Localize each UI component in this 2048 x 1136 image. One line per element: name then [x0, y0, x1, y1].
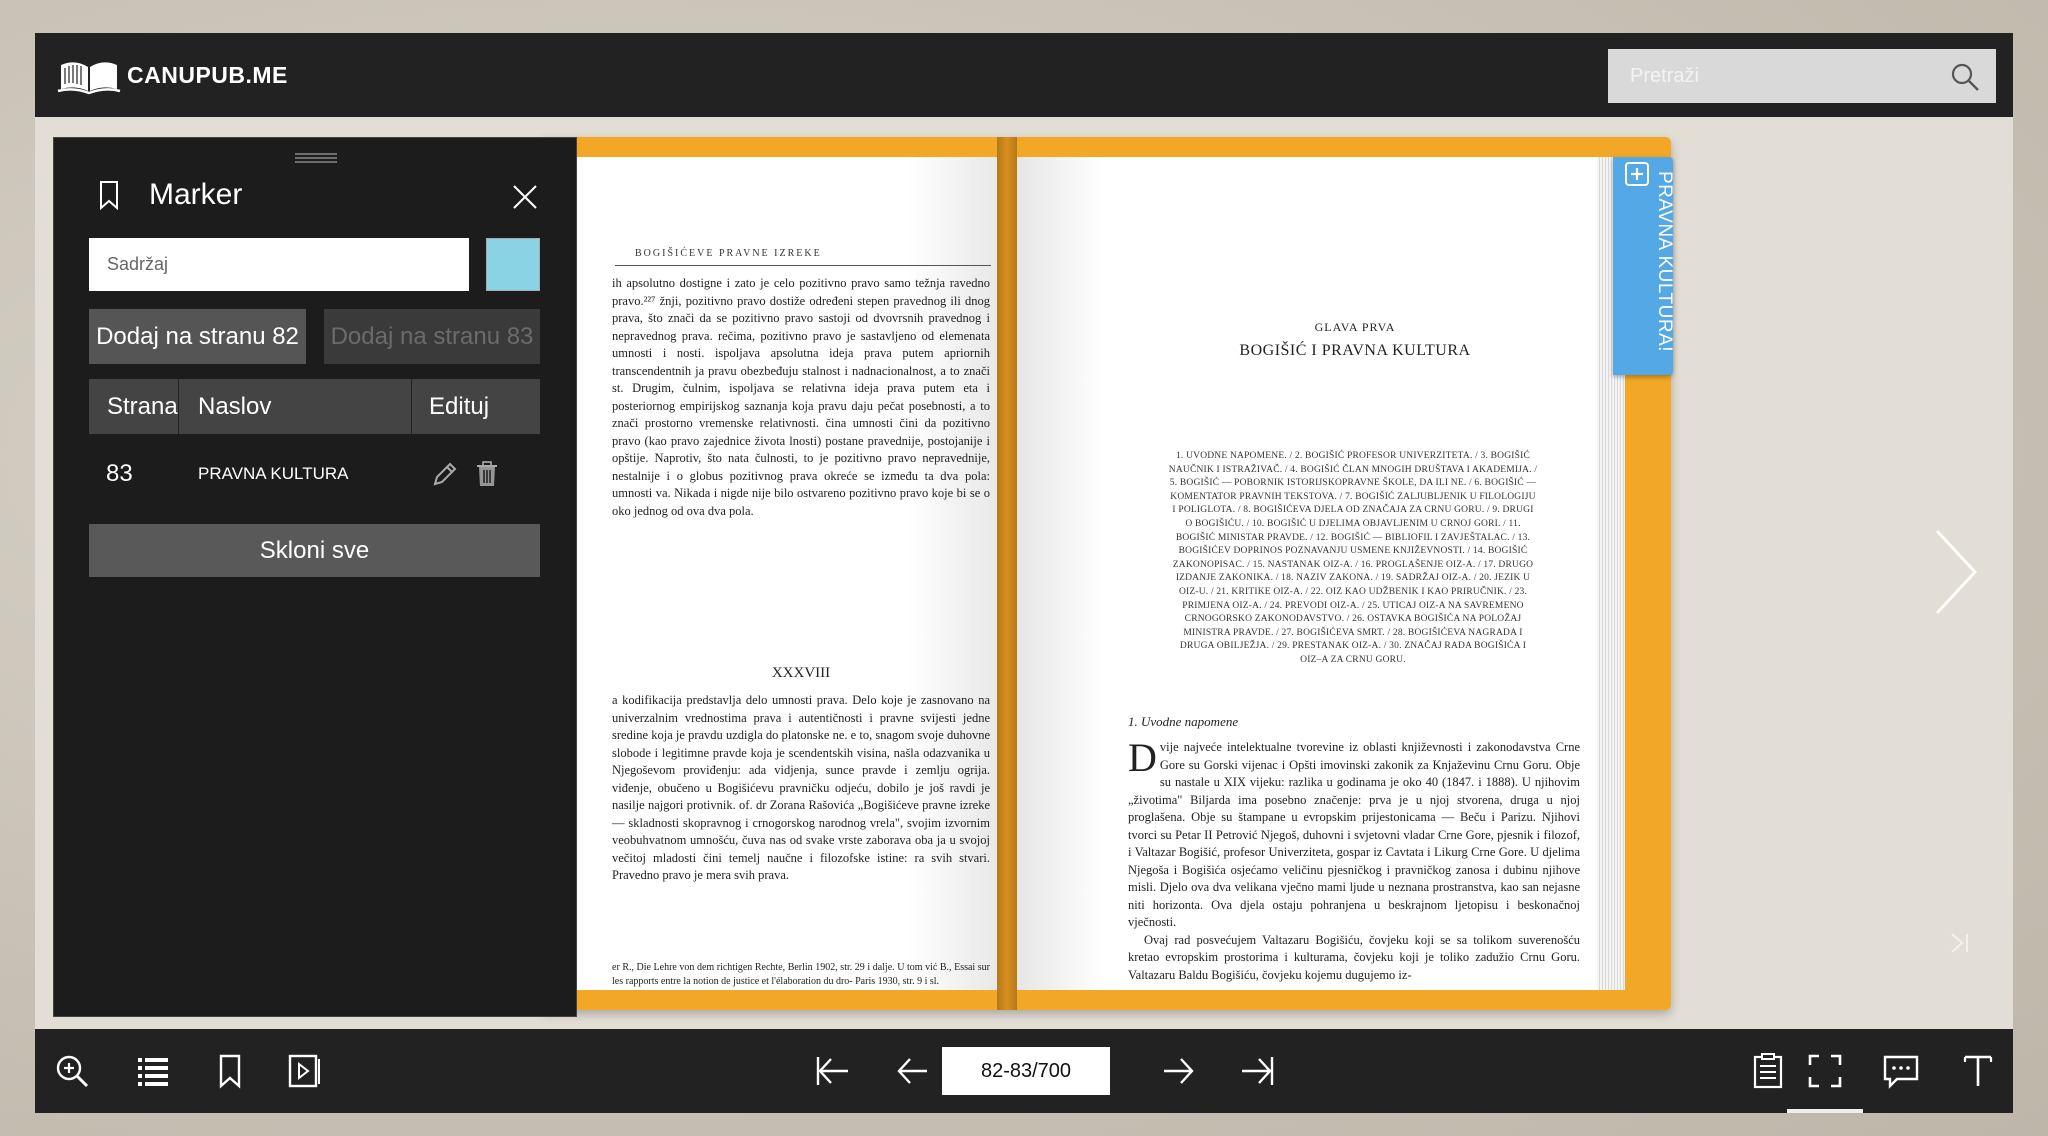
- column-header-edit: Edituj: [429, 392, 490, 420]
- column-header-title: Naslov: [179, 379, 412, 434]
- open-book-logo-icon: [57, 62, 121, 95]
- slideshow-play-icon[interactable]: [284, 1051, 324, 1091]
- next-page-chevron-icon[interactable]: [1931, 527, 1981, 617]
- marker-tab-label: PRAVNA KULTURA!: [1654, 171, 1675, 353]
- marker-panel: Marker Dodaj na stranu 82 Dodaj na stran…: [53, 137, 577, 1017]
- add-note-icon[interactable]: [1623, 160, 1653, 190]
- last-page-small-icon[interactable]: [1946, 929, 1974, 957]
- left-footnote: er R., Die Lehre von dem richtigen Recht…: [612, 962, 990, 987]
- row-page-number[interactable]: 83: [89, 460, 179, 488]
- close-icon[interactable]: [512, 184, 538, 210]
- remove-all-button[interactable]: Skloni sve: [89, 524, 540, 577]
- section-heading: 1. Uvodne napomene: [1128, 714, 1239, 729]
- left-section-number: XXXVIII: [771, 665, 831, 681]
- next-page-icon[interactable]: [1158, 1051, 1198, 1091]
- marker-content-input[interactable]: [89, 238, 469, 291]
- drag-handle-icon[interactable]: [295, 152, 337, 164]
- right-page-body: D vije najveće intelektualne tvorevine i…: [1128, 735, 1580, 984]
- left-page-body-top: ih apsolutno dostigne i zato je celo poz…: [612, 276, 990, 518]
- comments-icon[interactable]: [1881, 1051, 1921, 1091]
- book-stage: BOGIŠIĆEVE PRAVNE IZREKE ih apsolutno do…: [35, 117, 2013, 1029]
- panel-title: Marker: [149, 178, 243, 211]
- notes-icon[interactable]: [1748, 1051, 1788, 1091]
- last-page-icon[interactable]: [1238, 1051, 1278, 1091]
- chapter-title: BOGIŠIĆ I PRAVNA KULTURA: [1239, 342, 1471, 359]
- markers-table-header: Strana Naslov Edituj: [89, 379, 540, 434]
- brand-logo[interactable]: CANUPUB.ME: [57, 53, 288, 97]
- book-spine: [997, 137, 1017, 1010]
- bottom-toolbar: [35, 1029, 2013, 1113]
- table-row[interactable]: 83 PRAVNA KULTURA: [89, 444, 540, 504]
- previous-page-icon[interactable]: [893, 1051, 933, 1091]
- right-body-paragraph-2: Ovaj rad posvećujem Valtazaru Bogišiću, …: [1128, 932, 1580, 982]
- page-number-input[interactable]: [942, 1047, 1110, 1095]
- brand-name: CANUPUB.ME: [127, 61, 288, 88]
- left-running-head: BOGIŠIĆEVE PRAVNE IZREKE: [635, 248, 822, 259]
- fullscreen-active-indicator: [1787, 1109, 1863, 1113]
- bookmark-icon: [100, 181, 118, 210]
- row-marker-title[interactable]: PRAVNA KULTURA: [179, 464, 412, 484]
- reader-app: CANUPUB.ME BOGIŠIĆEVE PRAVNE IZREKE ih a…: [35, 33, 2013, 1113]
- search-icon[interactable]: [1950, 62, 1980, 92]
- column-header-page: Strana: [89, 379, 179, 434]
- page-marker-tab[interactable]: PRAVNA KULTURA!: [1613, 157, 1675, 375]
- fullscreen-icon[interactable]: [1805, 1051, 1845, 1091]
- marker-color-picker[interactable]: [486, 238, 540, 291]
- add-to-page-82-button[interactable]: Dodaj na stranu 82: [89, 309, 306, 364]
- search-input[interactable]: [1608, 49, 1938, 103]
- zoom-in-icon[interactable]: [52, 1051, 92, 1091]
- left-header-rule: [615, 265, 991, 266]
- right-body-paragraph-1: vije najveće intelektualne tvorevine iz …: [1128, 740, 1580, 929]
- table-of-contents-icon[interactable]: [133, 1051, 173, 1091]
- search-box: [1608, 49, 1996, 103]
- text-size-icon[interactable]: [1958, 1051, 1998, 1091]
- bookmark-toolbar-icon[interactable]: [210, 1051, 250, 1091]
- drop-cap: D: [1128, 735, 1157, 780]
- left-page-body-bottom: a kodifikacija predstavlja delo umnosti …: [612, 693, 990, 882]
- top-header: CANUPUB.ME: [35, 33, 2013, 117]
- trash-delete-icon[interactable]: [474, 460, 500, 488]
- chapter-label: GLAVA PRVA: [1314, 320, 1396, 334]
- add-to-page-83-button[interactable]: Dodaj na stranu 83: [324, 309, 540, 364]
- pencil-edit-icon[interactable]: [430, 459, 460, 489]
- first-page-icon[interactable]: [812, 1051, 852, 1091]
- chapter-summary: 1. UVODNE NAPOMENE. / 2. BOGIŠIĆ PROFESO…: [1168, 451, 1538, 665]
